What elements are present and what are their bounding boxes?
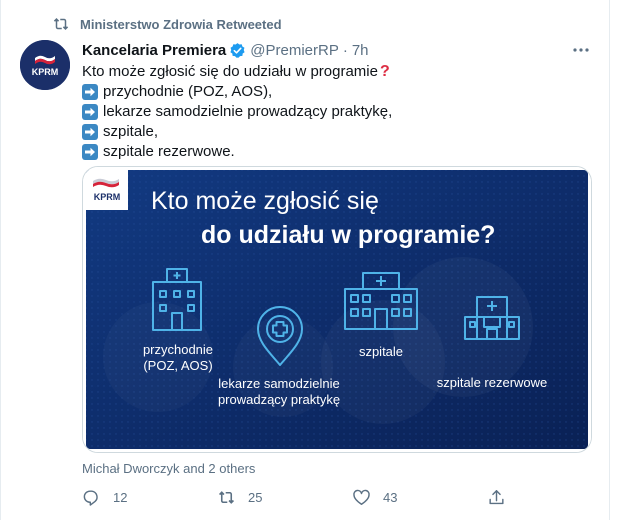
retweet-context[interactable]: Ministerstwo Zdrowia Retweeted bbox=[52, 14, 282, 34]
more-options-button[interactable] bbox=[570, 40, 592, 60]
tweet-line: lekarze samodzielnie prowadzący praktykę… bbox=[82, 102, 392, 122]
like-button[interactable]: 43 bbox=[352, 486, 397, 508]
tweet-bullet-text: szpitale rezerwowe. bbox=[103, 143, 235, 160]
media-item-label: lekarze samodzielnie bbox=[218, 376, 339, 391]
timeline-border-right bbox=[609, 0, 610, 520]
red-question-mark-emoji-icon: ? bbox=[379, 63, 390, 80]
right-arrow-emoji-icon bbox=[82, 104, 98, 120]
media-logo-text: KPRM bbox=[94, 192, 121, 202]
tweet-bullet-text: przychodnie (POZ, AOS), bbox=[103, 83, 273, 100]
tweet-question-text: Kto może zgłosić się do udziału w progra… bbox=[82, 63, 378, 80]
more-dots-icon bbox=[573, 48, 589, 52]
share-icon bbox=[489, 489, 504, 504]
verified-badge-icon bbox=[230, 42, 245, 58]
tweet-header: Kancelaria Premiera @PremierRP · 7h bbox=[82, 40, 369, 60]
author-handle[interactable]: @PremierRP bbox=[250, 42, 339, 59]
logo-tab bbox=[86, 170, 128, 210]
tweet-line: szpitale, bbox=[82, 122, 392, 142]
author-name[interactable]: Kancelaria Premiera bbox=[82, 42, 226, 59]
like-count: 43 bbox=[383, 489, 398, 505]
reply-count: 12 bbox=[113, 489, 128, 505]
media-item-label: przychodnie bbox=[143, 342, 213, 357]
timeline-border-left bbox=[0, 0, 1, 520]
share-button[interactable] bbox=[487, 486, 518, 508]
tweet-actions: 12 25 43 bbox=[82, 486, 582, 508]
media-item-label: prowadzący praktykę bbox=[218, 392, 340, 407]
tweet-media-image[interactable]: KPRM Kto może zgłosić się do udziału w p… bbox=[82, 166, 592, 453]
infographic: KPRM Kto może zgłosić się do udziału w p… bbox=[83, 167, 591, 452]
tweet-timestamp[interactable]: 7h bbox=[352, 42, 369, 59]
media-item-label: szpitale bbox=[359, 344, 403, 359]
media-heading-line1: Kto może zgłosić się bbox=[151, 187, 379, 215]
right-arrow-emoji-icon bbox=[82, 144, 98, 160]
tweet-text: Kto może zgłosić się do udziału w progra… bbox=[82, 62, 392, 162]
retweet-button[interactable]: 25 bbox=[217, 486, 262, 508]
heart-icon bbox=[353, 489, 370, 505]
social-context-line[interactable]: Michał Dworczyk and 2 others bbox=[82, 461, 255, 476]
right-arrow-emoji-icon bbox=[82, 124, 98, 140]
reply-icon bbox=[83, 489, 98, 506]
media-heading-line2: do udziału w programie? bbox=[201, 221, 495, 249]
tweet-bullet-text: szpitale, bbox=[103, 123, 159, 140]
kprm-logo: KPRM bbox=[20, 40, 70, 90]
tweet-line: szpitale rezerwowe. bbox=[82, 142, 392, 162]
tweet-bullet-text: lekarze samodzielnie prowadzący praktykę… bbox=[103, 103, 393, 120]
header-separator: · bbox=[342, 41, 348, 59]
retweet-icon bbox=[53, 18, 69, 30]
tweet-line: Kto może zgłosić się do udziału w progra… bbox=[82, 62, 392, 82]
right-arrow-emoji-icon bbox=[82, 84, 98, 100]
media-item-label: (POZ, AOS) bbox=[143, 358, 212, 373]
avatar[interactable]: KPRM bbox=[20, 40, 70, 90]
retweet-count: 25 bbox=[248, 489, 263, 505]
retweet-label[interactable]: Ministerstwo Zdrowia Retweeted bbox=[80, 17, 282, 32]
retweet-icon bbox=[218, 490, 235, 504]
reply-button[interactable]: 12 bbox=[82, 486, 127, 508]
media-item-label: szpitale rezerwowe bbox=[437, 375, 548, 390]
avatar-text: KPRM bbox=[32, 67, 59, 77]
tweet-line: przychodnie (POZ, AOS), bbox=[82, 82, 392, 102]
